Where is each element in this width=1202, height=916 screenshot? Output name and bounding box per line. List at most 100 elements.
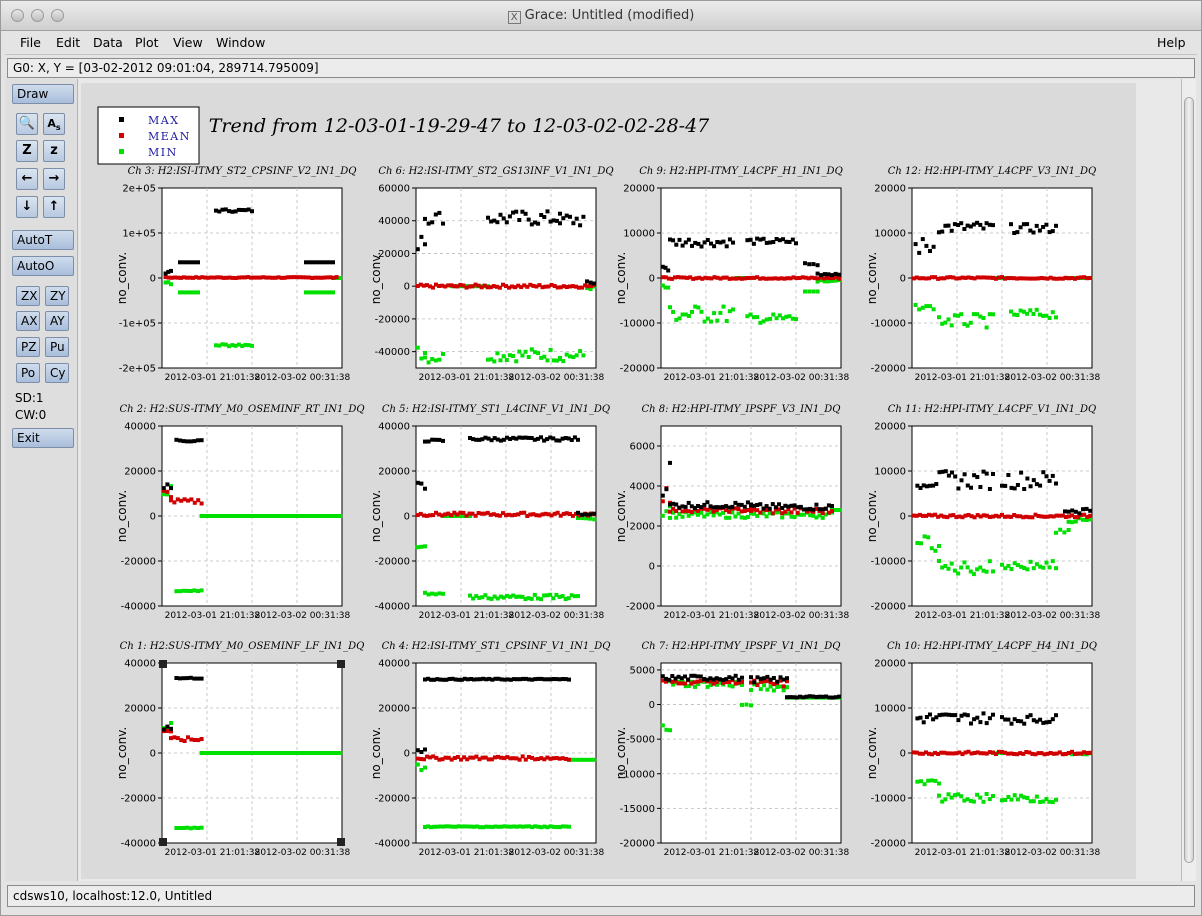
panel-8-min-point xyxy=(926,535,931,540)
menu-window[interactable]: Window xyxy=(216,35,265,50)
menu-view[interactable]: View xyxy=(173,35,203,50)
panel-9-ytick-label-0: 40000 xyxy=(124,659,156,670)
arrow-left-icon[interactable]: ← xyxy=(16,168,38,190)
panel-12-ytick-label-1: 10000 xyxy=(874,704,906,715)
panel-8-max-point xyxy=(1084,506,1089,511)
draw-button[interactable]: Draw xyxy=(12,84,74,104)
toolbox: Draw 🔍 As Z z ← → ↓ ↑ AutoT AutoO ZX ZY … xyxy=(5,79,78,881)
panel-3-max-point xyxy=(761,236,766,241)
arrow-up-icon[interactable]: ↑ xyxy=(43,196,65,218)
panel-2-max-point xyxy=(514,209,519,214)
panel-8-min-point xyxy=(946,566,951,571)
panel-1-min-point xyxy=(185,290,190,295)
panel-12-max-point xyxy=(928,712,932,717)
panel-9-max-point xyxy=(174,676,179,680)
panel-12-max-point xyxy=(991,712,995,717)
panel-4-min-point xyxy=(984,325,989,330)
panel-5-max-point xyxy=(178,438,182,443)
panel-7-ytick-label-3: 0 xyxy=(649,562,655,573)
panel-8-ylabel: no_conv. xyxy=(865,490,879,542)
panel-2-max-point xyxy=(430,220,435,225)
title-bar[interactable]: X Grace: Untitled (modified) xyxy=(1,1,1201,31)
panel-4-max-point xyxy=(991,223,995,228)
panel-1-ytick-label-4: -2e+05 xyxy=(119,364,156,375)
panel-5-min-point xyxy=(185,588,190,593)
panel-9-min-point xyxy=(192,825,197,830)
ay-button[interactable]: AY xyxy=(45,311,69,331)
panel-3-max-point xyxy=(666,268,671,273)
panel-7-min-point xyxy=(680,514,685,519)
panel-7-mean-point xyxy=(795,510,800,515)
panel-8-max-point xyxy=(956,486,961,491)
panel-5-min-point xyxy=(199,588,204,593)
zy-button[interactable]: ZY xyxy=(45,286,69,306)
panel-8-min-point xyxy=(971,572,976,577)
panel-12-max-point xyxy=(987,716,992,721)
panel-6-max-point xyxy=(592,511,597,516)
exit-button[interactable]: Exit xyxy=(12,428,74,448)
menu-edit[interactable]: Edit xyxy=(56,35,80,50)
pz-button[interactable]: PZ xyxy=(16,337,40,357)
panel-3-max-point xyxy=(705,238,710,242)
arrow-right-icon[interactable]: → xyxy=(43,168,65,190)
panel-5-xtick-label-1: 2012-03-02 00:31:38 xyxy=(255,611,351,621)
panel-1-title: Ch 3: H2:ISI-ITMY_ST2_CPSINF_V2_IN1_DQ xyxy=(128,166,357,177)
plot-canvas[interactable]: Trend from 12-03-01-19-29-47 to 12-03-02… xyxy=(81,83,1136,879)
panel-9-mean-point xyxy=(165,729,170,733)
panel-4-max-point xyxy=(931,244,936,249)
panel-2-min-point xyxy=(430,357,435,361)
panel-12-max-point xyxy=(969,721,973,726)
panel-4-title: Ch 12: H2:HPI-ITMY_L4CPF_V3_IN1_DQ xyxy=(888,166,1096,177)
panel-1-ylabel: no_conv. xyxy=(115,252,129,304)
panel-10-ytick-label-1: 20000 xyxy=(378,704,410,715)
vertical-scrollbar[interactable] xyxy=(1181,79,1196,881)
scrollbar-thumb[interactable] xyxy=(1184,97,1194,863)
panel-1-min-point xyxy=(181,290,186,295)
panel-6-max-point xyxy=(433,437,438,442)
panel-8-min-point xyxy=(1066,519,1071,524)
panel-11-min-point xyxy=(740,702,744,707)
panel-12-xtick-label-0: 2012-03-01 21:01:38 xyxy=(915,848,1011,858)
panel-6-max-point xyxy=(576,437,580,442)
panel-3-min-point xyxy=(803,289,807,294)
panel-12-min-point xyxy=(1054,797,1058,802)
panel-7-mean-point xyxy=(789,510,794,515)
panel-2-min-point xyxy=(574,353,579,358)
autoo-button[interactable]: AutoO xyxy=(12,256,74,276)
panel-6-ytick-label-4: -40000 xyxy=(375,602,410,613)
panel-5-title: Ch 2: H2:SUS-ITMY_M0_OSEMINF_RT_IN1_DQ xyxy=(119,404,364,415)
panel-3-max-point xyxy=(822,272,827,277)
arrow-down-icon[interactable]: ↓ xyxy=(16,196,38,218)
panel-11-ytick-label-0: 5000 xyxy=(630,665,655,676)
panel-7-max-point xyxy=(767,506,772,511)
menu-file[interactable]: File xyxy=(20,35,41,50)
autoscale-text-icon[interactable]: As xyxy=(43,113,65,135)
menu-help[interactable]: Help xyxy=(1157,35,1186,50)
zx-button[interactable]: ZX xyxy=(16,286,40,306)
panel-12-max-point xyxy=(953,713,958,718)
autot-button[interactable]: AutoT xyxy=(12,230,74,250)
panel-6-ytick-label-1: 20000 xyxy=(378,467,410,478)
x11-icon: X xyxy=(507,11,521,24)
menu-plot[interactable]: Plot xyxy=(135,35,159,50)
panel-7-min-point xyxy=(837,508,842,512)
zoom-in-icon[interactable]: Z xyxy=(16,140,38,162)
panel-5-ytick-label-4: -40000 xyxy=(121,602,156,613)
panel-8-max-point xyxy=(1031,478,1036,483)
panel-4-ytick-label-1: 10000 xyxy=(874,229,906,240)
grace-window: X Grace: Untitled (modified) File Edit Da… xyxy=(0,0,1202,916)
po-button[interactable]: Po xyxy=(16,363,40,383)
panel-3-max-point xyxy=(803,261,807,266)
zoom-icon[interactable]: 🔍 xyxy=(16,113,38,135)
cy-button[interactable]: Cy xyxy=(45,363,69,383)
panel-5-ylabel: no_conv. xyxy=(115,490,129,542)
panel-8-max-point xyxy=(1063,509,1067,514)
pu-button[interactable]: Pu xyxy=(45,337,69,357)
menu-data[interactable]: Data xyxy=(93,35,123,50)
panel-1-max-point xyxy=(188,260,193,265)
zoom-out-icon[interactable]: z xyxy=(43,140,65,162)
panel-8-min-point xyxy=(1066,528,1071,532)
panel-8-max-point xyxy=(1006,473,1011,477)
panel-11-title: Ch 7: H2:HPI-ITMY_IPSPF_V1_IN1_DQ xyxy=(642,641,841,652)
ax-button[interactable]: AX xyxy=(16,311,40,331)
